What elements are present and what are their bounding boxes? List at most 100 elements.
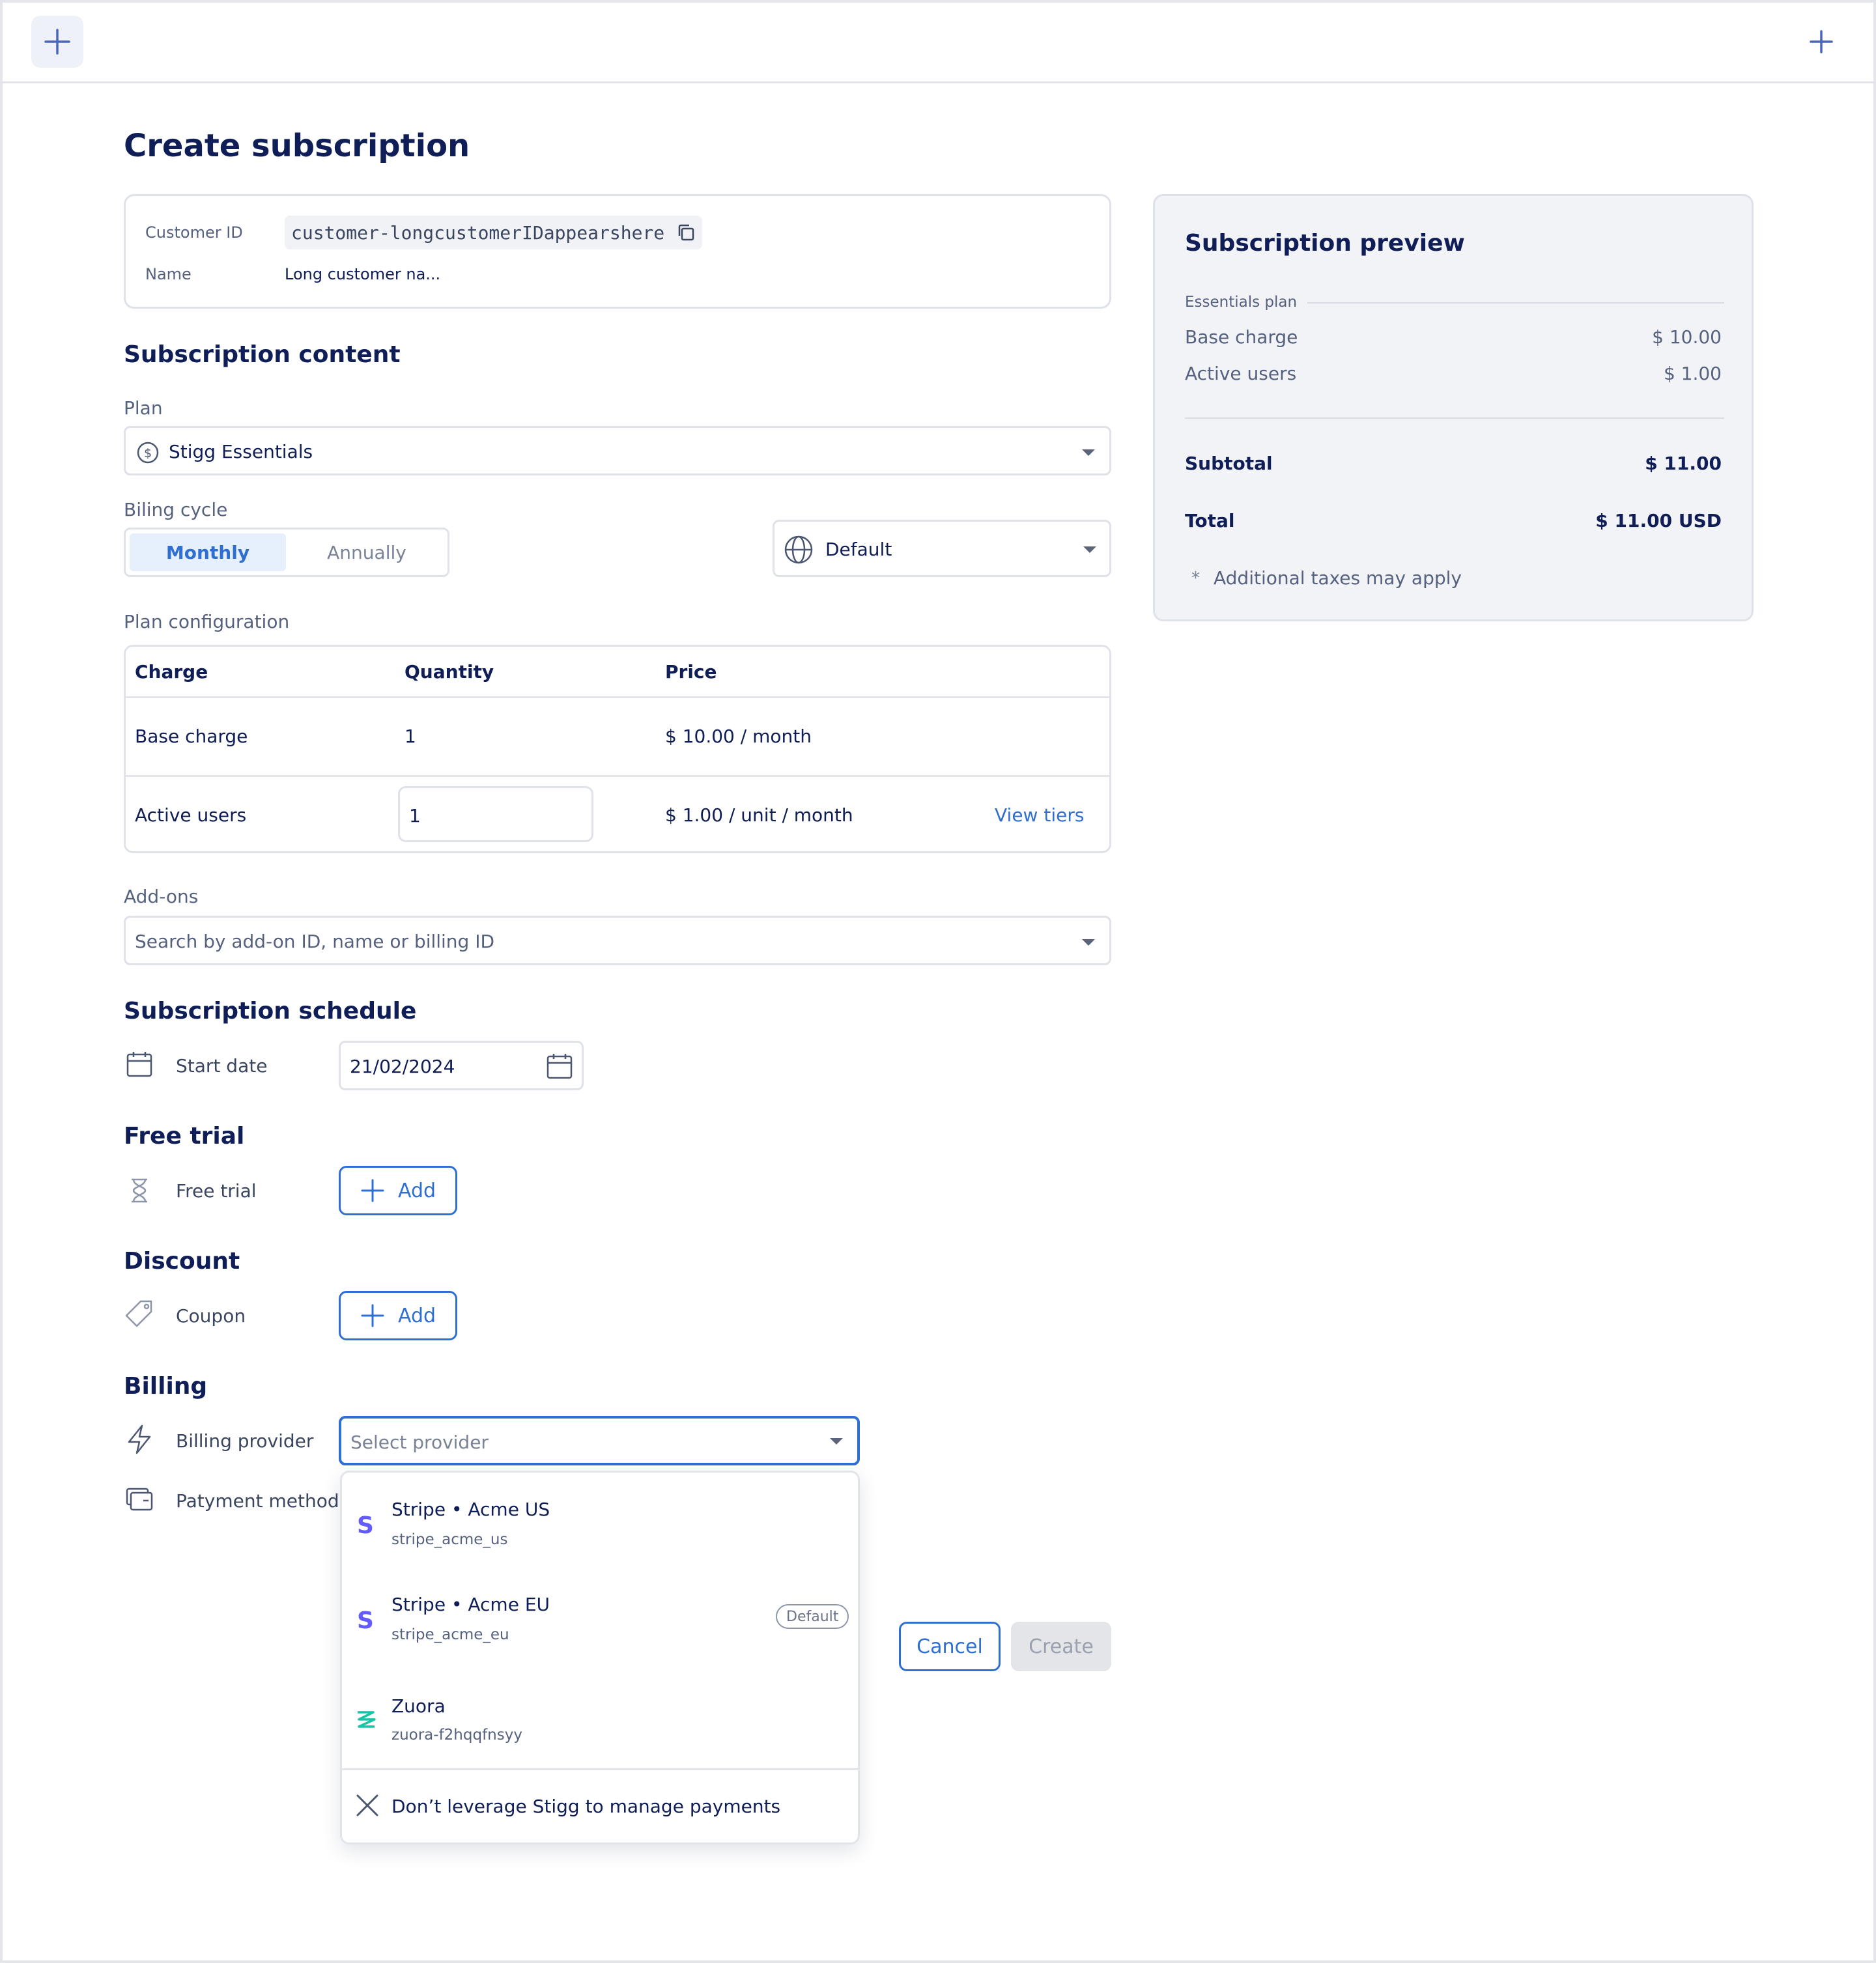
provider-option-none[interactable]: Don’t leverage Stigg to manage payments — [342, 1771, 858, 1843]
add-free-trial-button[interactable]: Add — [339, 1166, 457, 1215]
svg-text:S: S — [357, 1513, 374, 1536]
chevron-down-icon — [830, 1438, 843, 1445]
top-bar — [0, 0, 1876, 83]
row-quantity: 1 — [405, 726, 416, 747]
plan-configuration-label: Plan configuration — [124, 611, 290, 632]
add-coupon-button[interactable]: Add — [339, 1291, 457, 1340]
dollar-icon: $ — [137, 442, 159, 464]
coupon-label: Coupon — [176, 1305, 246, 1327]
stripe-icon: S — [357, 1513, 374, 1536]
asterisk-icon: * — [1191, 569, 1200, 588]
calendar-icon — [126, 1052, 152, 1077]
no-provider-label: Don’t leverage Stigg to manage payments — [391, 1796, 781, 1817]
table-header-charge: Charge — [135, 661, 208, 683]
add-free-trial-label: Add — [397, 1179, 436, 1202]
default-badge: Default — [776, 1604, 849, 1629]
plan-label: Plan — [124, 397, 163, 419]
discount-heading: Discount — [124, 1248, 240, 1275]
provider-option-stripe-us[interactable]: S Stripe • Acme US stripe_acme_us — [342, 1479, 858, 1568]
addons-search-select[interactable]: Search by add-on ID, name or billing ID — [124, 916, 1111, 965]
provider-placeholder: Select provider — [350, 1432, 489, 1453]
add-coupon-label: Add — [397, 1304, 436, 1327]
table-row: Base charge 1 $ 10.00 / month — [126, 698, 1109, 775]
free-trial-label: Free trial — [176, 1180, 257, 1202]
option-subtitle: stripe_acme_eu — [391, 1626, 509, 1643]
divider — [1307, 302, 1724, 304]
billing-provider-label: Billing provider — [176, 1430, 314, 1452]
chevron-down-icon — [1082, 939, 1095, 946]
create-button[interactable]: Create — [1011, 1622, 1111, 1671]
globe-icon — [784, 535, 813, 564]
start-date-input[interactable]: 21/02/2024 — [339, 1041, 584, 1090]
total-value: $ 11.00 USD — [1595, 510, 1722, 531]
preview-heading: Subscription preview — [1185, 230, 1465, 257]
region-select[interactable]: Default — [773, 520, 1111, 577]
customer-id-value: customer-longcustomerIDappearshere — [291, 221, 665, 244]
taxes-note: Additional taxes may apply — [1214, 567, 1462, 589]
provider-dropdown-menu: S Stripe • Acme US stripe_acme_us S Stri… — [340, 1471, 860, 1844]
subtotal-value: $ 11.00 — [1645, 453, 1722, 474]
active-users-quantity-input[interactable]: 1 — [398, 786, 593, 842]
billing-cycle-toggle: Monthly Annually — [124, 528, 449, 577]
svg-text:$: $ — [144, 446, 152, 460]
row-charge: Active users — [135, 804, 247, 826]
hourglass-icon — [132, 1178, 147, 1203]
row-price: $ 1.00 / unit / month — [665, 804, 853, 826]
subscription-content-heading: Subscription content — [124, 341, 401, 368]
payment-method-label: Patyment method — [176, 1490, 339, 1512]
plan-config-table: Charge Quantity Price Base charge 1 $ 10… — [124, 645, 1111, 853]
table-header-price: Price — [665, 661, 717, 683]
option-subtitle: stripe_acme_us — [391, 1531, 508, 1548]
start-date-label: Start date — [176, 1055, 268, 1077]
subscription-schedule-heading: Subscription schedule — [124, 998, 417, 1024]
chevron-down-icon — [1083, 546, 1096, 553]
quantity-value: 1 — [409, 805, 421, 826]
wallet-icon — [126, 1488, 153, 1511]
zuora-icon — [358, 1711, 376, 1728]
divider — [342, 1768, 858, 1770]
new-button[interactable] — [31, 16, 83, 68]
option-title: Zuora — [391, 1695, 446, 1717]
customer-name-value: Long customer na... — [285, 265, 441, 283]
start-date-value: 21/02/2024 — [350, 1056, 455, 1077]
plus-icon — [1810, 30, 1833, 53]
subtotal-label: Subtotal — [1185, 453, 1273, 474]
view-tiers-link[interactable]: View tiers — [995, 804, 1084, 826]
preview-line-label: Active users — [1185, 363, 1297, 384]
plus-icon — [361, 1304, 384, 1327]
preview-line-value: $ 10.00 — [1652, 326, 1722, 348]
addons-placeholder: Search by add-on ID, name or billing ID — [135, 931, 495, 952]
cycle-monthly-option[interactable]: Monthly — [130, 533, 286, 571]
preview-line-label: Base charge — [1185, 326, 1298, 348]
cancel-button[interactable]: Cancel — [899, 1622, 1001, 1671]
option-subtitle: zuora-f2hqqfnsyy — [391, 1727, 522, 1744]
customer-id-chip: customer-longcustomerIDappearshere — [285, 216, 703, 249]
billing-cycle-label: Biling cycle — [124, 499, 228, 520]
plus-icon — [44, 29, 70, 55]
copy-icon[interactable] — [676, 223, 696, 242]
billing-provider-select[interactable]: Select provider — [339, 1416, 860, 1465]
calendar-icon[interactable] — [545, 1052, 574, 1080]
add-button[interactable] — [1806, 26, 1837, 57]
option-title: Stripe • Acme US — [391, 1499, 550, 1520]
cycle-annually-option[interactable]: Annually — [289, 533, 445, 571]
provider-option-zuora[interactable]: Zuora zuora-f2hqqfnsyy — [342, 1674, 858, 1763]
total-label: Total — [1185, 510, 1235, 531]
row-price: $ 10.00 / month — [665, 726, 812, 747]
plan-value: Stigg Essentials — [169, 441, 313, 462]
plus-icon — [361, 1179, 384, 1202]
svg-text:S: S — [357, 1608, 374, 1631]
divider — [1185, 417, 1724, 419]
chevron-down-icon — [1082, 449, 1095, 456]
plan-select[interactable]: $ Stigg Essentials — [124, 426, 1111, 475]
provider-option-stripe-eu[interactable]: S Stripe • Acme EU stripe_acme_eu Defaul… — [342, 1574, 858, 1663]
preview-line-value: $ 1.00 — [1663, 363, 1722, 384]
customer-card: Customer ID customer-longcustomerIDappea… — [124, 194, 1111, 309]
table-header-quantity: Quantity — [405, 661, 494, 683]
stripe-icon: S — [357, 1608, 374, 1631]
option-title: Stripe • Acme EU — [391, 1594, 550, 1615]
close-icon — [356, 1794, 378, 1816]
customer-id-label: Customer ID — [145, 223, 243, 242]
region-value: Default — [825, 539, 892, 560]
billing-heading: Billing — [124, 1373, 208, 1400]
